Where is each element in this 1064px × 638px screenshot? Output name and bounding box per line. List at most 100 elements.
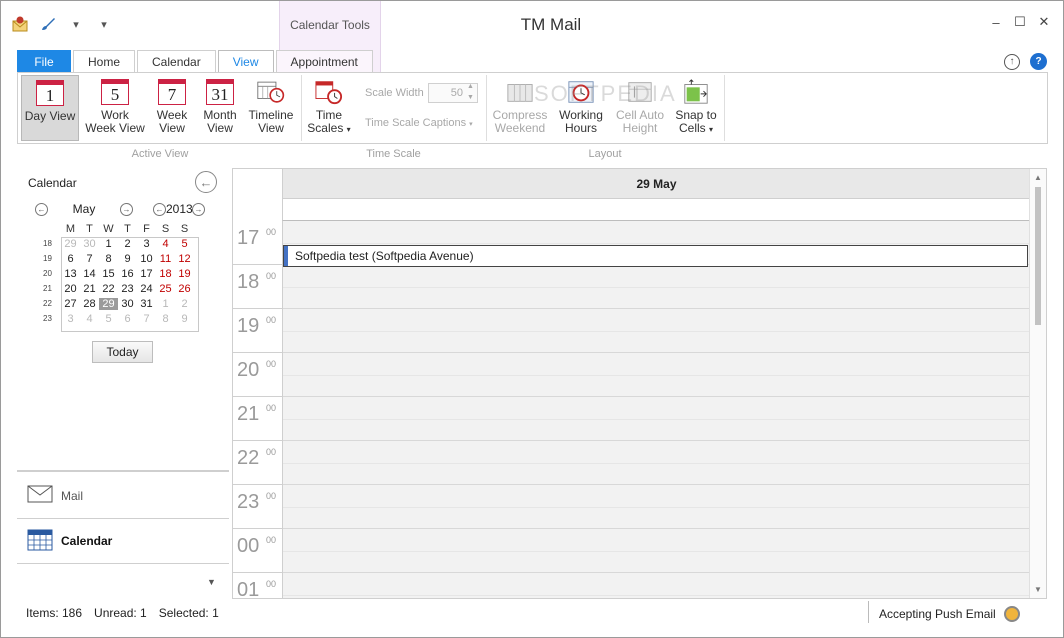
mini-day[interactable]: 29	[61, 238, 80, 250]
mini-day[interactable]: 5	[99, 313, 118, 325]
mini-day[interactable]: 2	[175, 298, 194, 310]
time-scales-button[interactable]: Time Scales ▾	[305, 75, 353, 141]
tab-view[interactable]: View	[217, 50, 274, 73]
collapse-pane-button[interactable]: ←	[195, 171, 217, 193]
mini-day[interactable]: 19	[175, 268, 194, 280]
mini-day[interactable]: 4	[156, 238, 175, 250]
scroll-thumb[interactable]	[1035, 187, 1041, 325]
appointment[interactable]: Softpedia test (Softpedia Avenue)	[283, 245, 1028, 267]
day-view: 29 May 17 00 18 00 19 00 20 00 21 00 22 00 23 00 00 00 0…	[232, 168, 1047, 599]
scroll-down-icon[interactable]: ▼	[1034, 585, 1042, 594]
mini-day[interactable]: 21	[80, 283, 99, 295]
mini-day[interactable]: 16	[118, 268, 137, 280]
mini-day[interactable]: 11	[156, 253, 175, 265]
minimize-icon[interactable]: –	[987, 13, 1005, 31]
tab-appointment[interactable]: Appointment	[275, 50, 373, 72]
tab-home[interactable]: Home	[73, 50, 136, 72]
prev-month-icon[interactable]: ←	[35, 202, 48, 216]
mini-day[interactable]: 7	[137, 313, 156, 325]
vertical-scrollbar[interactable]: ▲ ▼	[1029, 169, 1046, 598]
paint-brush-icon[interactable]	[37, 13, 59, 35]
mini-day[interactable]: 25	[156, 283, 175, 295]
half-hour-line	[283, 551, 1031, 552]
maximize-icon[interactable]: ☐	[1011, 13, 1029, 31]
time-scales-label-text: Scales	[307, 121, 344, 135]
mini-day[interactable]: 6	[61, 253, 80, 265]
timeline-view-button[interactable]: Timeline View	[246, 75, 296, 141]
half-hour-line	[283, 595, 1031, 596]
mini-day[interactable]: 1	[156, 298, 175, 310]
nav-pane-more-icon[interactable]: ▼	[207, 577, 216, 587]
push-status-indicator-icon[interactable]	[1003, 606, 1020, 622]
mini-day[interactable]: 10	[137, 253, 156, 265]
hour-slot-label: 18 00	[233, 265, 282, 309]
next-month-icon[interactable]: →	[120, 202, 133, 216]
mini-day[interactable]: 3	[61, 313, 80, 325]
mini-day[interactable]: 29	[99, 297, 118, 310]
close-icon[interactable]: ✕	[1035, 13, 1053, 31]
spin-down-icon[interactable]: ▼	[467, 94, 474, 101]
send-receive-icon[interactable]	[9, 13, 31, 35]
time-scale-captions-button[interactable]: Time Scale Captions ▾	[365, 117, 473, 129]
help-icon[interactable]: ?	[1030, 53, 1047, 70]
mini-day[interactable]: 8	[99, 253, 118, 265]
prev-year-icon[interactable]: ←	[153, 202, 166, 216]
time-slots[interactable]	[282, 221, 1031, 598]
mini-day[interactable]: 26	[175, 283, 194, 295]
mini-day[interactable]: 18	[156, 268, 175, 280]
nav-calendar[interactable]: Calendar	[17, 518, 229, 564]
mini-day[interactable]: 28	[80, 298, 99, 310]
hour-line	[283, 352, 1031, 353]
weekday-header: F	[143, 222, 150, 235]
mini-day[interactable]: 27	[61, 298, 80, 310]
mini-day[interactable]: 5	[175, 238, 194, 250]
mini-day[interactable]: 3	[137, 238, 156, 250]
mini-day[interactable]: 12	[175, 253, 194, 265]
mini-day[interactable]: 20	[61, 283, 80, 295]
mini-day[interactable]: 9	[118, 253, 137, 265]
month-view-button[interactable]: 31 Month View	[198, 75, 242, 141]
nav-mail[interactable]: Mail	[17, 473, 229, 519]
mini-day[interactable]: 22	[99, 283, 118, 295]
mini-day[interactable]: 14	[80, 268, 99, 280]
scroll-up-icon[interactable]: ▲	[1034, 173, 1042, 182]
week-view-button[interactable]: 7 Week View	[150, 75, 194, 141]
weekday-header: M	[65, 222, 76, 235]
next-year-icon[interactable]: →	[192, 202, 205, 216]
mini-day[interactable]: 6	[118, 313, 137, 325]
mini-day[interactable]: 13	[61, 268, 80, 280]
mini-day[interactable]: 7	[80, 253, 99, 265]
hour-slot-label: 00 00	[233, 529, 282, 573]
today-button[interactable]: Today	[92, 341, 153, 363]
collapse-ribbon-icon[interactable]: ↑	[1004, 53, 1020, 70]
mini-day[interactable]: 24	[137, 283, 156, 295]
mini-day[interactable]: 2	[118, 238, 137, 250]
day-view-button[interactable]: 1 Day View	[21, 75, 79, 141]
week-number: 21	[43, 284, 52, 293]
tab-file[interactable]: File	[17, 50, 71, 72]
day-calendar-icon: 1	[36, 80, 64, 106]
mini-day[interactable]: 17	[137, 268, 156, 280]
day-column-header[interactable]: 29 May	[282, 169, 1030, 199]
brush-dropdown-icon[interactable]: ▾	[65, 13, 87, 35]
mini-day[interactable]: 1	[99, 238, 118, 250]
push-email-status: Accepting Push Email	[879, 607, 996, 621]
snap-label-text: Cells	[678, 121, 706, 135]
work-week-view-button[interactable]: 5 Work Week View	[85, 75, 145, 141]
mini-day[interactable]: 15	[99, 268, 118, 280]
work-week-label-2: Week View	[85, 121, 145, 135]
mini-day[interactable]: 9	[175, 313, 194, 325]
snap-to-cells-button[interactable]: Snap to Cells ▾	[671, 75, 721, 141]
mini-day[interactable]: 30	[80, 238, 99, 250]
mini-day[interactable]: 23	[118, 283, 137, 295]
mini-day[interactable]: 31	[137, 298, 156, 310]
spin-up-icon[interactable]: ▲	[467, 83, 474, 90]
minute-number: 00	[266, 447, 277, 457]
mini-day[interactable]: 30	[118, 298, 137, 310]
mini-day[interactable]: 4	[80, 313, 99, 325]
customize-qat-icon[interactable]: ▾	[93, 13, 115, 35]
tab-calendar[interactable]: Calendar	[137, 50, 216, 72]
hour-slot-label: 21 00	[233, 397, 282, 441]
mini-day[interactable]: 8	[156, 313, 175, 325]
all-day-area[interactable]	[282, 199, 1030, 221]
